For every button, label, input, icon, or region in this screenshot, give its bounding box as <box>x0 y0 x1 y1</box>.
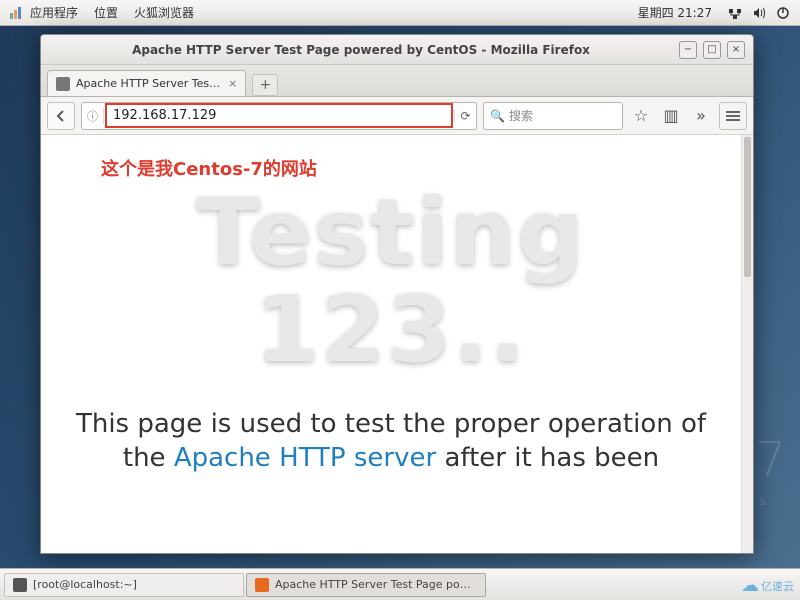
maximize-button[interactable]: □ <box>703 41 721 59</box>
bookmark-star-icon[interactable]: ☆ <box>629 104 653 128</box>
cloud-icon: ☁ <box>741 575 759 596</box>
overflow-icon[interactable]: » <box>689 104 713 128</box>
scrollbar[interactable] <box>741 135 753 553</box>
url-bar[interactable]: ⓘ ⟳ <box>81 102 477 130</box>
terminal-icon <box>13 578 27 592</box>
menu-applications[interactable]: 应用程序 <box>30 4 78 21</box>
reload-icon[interactable]: ⟳ <box>454 109 476 123</box>
url-input[interactable] <box>105 103 453 128</box>
new-tab-button[interactable]: + <box>252 74 278 96</box>
network-icon[interactable] <box>726 6 744 20</box>
back-button[interactable] <box>47 102 75 130</box>
volume-icon[interactable] <box>750 6 768 20</box>
menu-button[interactable] <box>719 102 747 130</box>
power-icon[interactable] <box>774 6 792 20</box>
menu-places[interactable]: 位置 <box>94 4 118 21</box>
search-icon: 🔍 <box>490 109 505 123</box>
firefox-window: Apache HTTP Server Test Page powered by … <box>40 34 754 554</box>
gnome-topbar: 应用程序 位置 火狐浏览器 星期四 21:27 <box>0 0 800 26</box>
page-body: 这个是我Centos-7的网站 Testing 123.. This page … <box>41 135 741 553</box>
tab-bar: Apache HTTP Server Tes… × + <box>41 65 753 97</box>
site-info-icon[interactable]: ⓘ <box>82 108 104 124</box>
titlebar[interactable]: Apache HTTP Server Test Page powered by … <box>41 35 753 65</box>
task-firefox[interactable]: Apache HTTP Server Test Page po… <box>246 573 486 597</box>
intro-paragraph: This page is used to test the proper ope… <box>61 408 721 476</box>
favicon-icon <box>56 77 70 91</box>
menu-firefox[interactable]: 火狐浏览器 <box>134 4 194 21</box>
minimize-button[interactable]: − <box>679 41 697 59</box>
activities-icon[interactable] <box>8 5 24 21</box>
tab-label: Apache HTTP Server Tes… <box>76 77 220 90</box>
tab-close-icon[interactable]: × <box>228 77 237 90</box>
task-terminal[interactable]: [root@localhost:~] <box>4 573 244 597</box>
wallpaper-mark: 7 <box>755 432 790 488</box>
hero-heading: Testing 123.. <box>61 185 721 378</box>
nav-toolbar: ⓘ ⟳ 🔍 搜索 ☆ ▥ » <box>41 97 753 135</box>
annotation-text: 这个是我Centos-7的网站 <box>101 155 721 181</box>
search-box[interactable]: 🔍 搜索 <box>483 102 623 130</box>
clock[interactable]: 星期四 21:27 <box>638 4 712 21</box>
library-icon[interactable]: ▥ <box>659 104 683 128</box>
firefox-icon <box>255 578 269 592</box>
close-button[interactable]: × <box>727 41 745 59</box>
scroll-thumb[interactable] <box>744 137 751 277</box>
desktop: 7 os Apache HTTP Server Test Page powere… <box>0 26 800 568</box>
apache-link[interactable]: Apache HTTP server <box>174 443 436 473</box>
search-placeholder: 搜索 <box>509 107 533 124</box>
watermark-logo: ☁ 亿速云 <box>741 575 794 596</box>
content-area: 这个是我Centos-7的网站 Testing 123.. This page … <box>41 135 753 553</box>
browser-tab[interactable]: Apache HTTP Server Tes… × <box>47 70 246 96</box>
bottom-taskbar: [root@localhost:~] Apache HTTP Server Te… <box>0 568 800 600</box>
window-title: Apache HTTP Server Test Page powered by … <box>49 43 673 57</box>
